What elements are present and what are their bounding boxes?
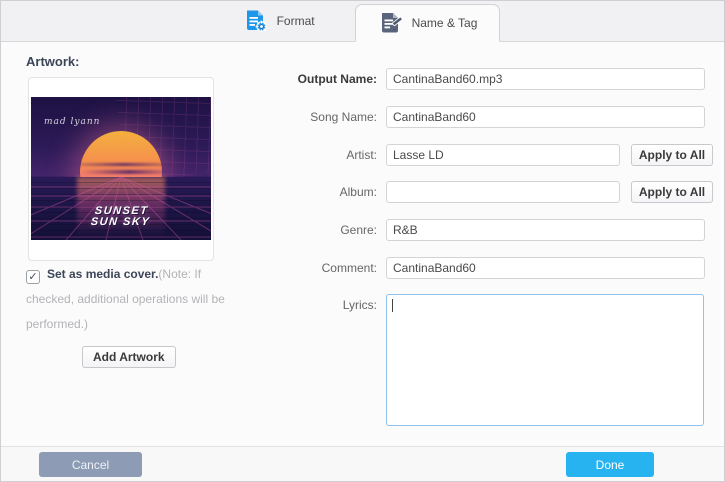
field-row-output-name: Output Name:	[1, 68, 724, 90]
output-name-label: Output Name:	[297, 72, 377, 86]
tab-name-and-tag[interactable]: Name & Tag	[354, 4, 501, 42]
artwork-section-label: Artwork:	[26, 54, 80, 69]
apply-to-all-artist-button[interactable]: Apply to All	[631, 144, 713, 166]
artist-label: Artist:	[346, 148, 377, 162]
song-name-label: Song Name:	[310, 110, 377, 124]
text-cursor	[392, 299, 393, 312]
cancel-button[interactable]: Cancel	[39, 452, 142, 477]
done-button[interactable]: Done	[566, 452, 654, 477]
field-row-comment: Comment:	[1, 257, 724, 279]
album-label: Album:	[339, 185, 377, 199]
field-row-album: Album: Apply to All	[1, 181, 724, 203]
lyrics-label: Lyrics:	[342, 298, 377, 312]
cloud-streak	[81, 170, 177, 174]
comment-input[interactable]	[386, 257, 705, 279]
field-row-artist: Artist: Apply to All	[1, 144, 724, 166]
artist-input[interactable]	[386, 144, 620, 166]
lyrics-textarea[interactable]	[386, 294, 704, 426]
apply-to-all-album-button[interactable]: Apply to All	[631, 181, 713, 203]
tab-name-and-tag-label: Name & Tag	[411, 16, 478, 30]
tab-bar: Format Name & Tag	[1, 1, 724, 42]
output-name-input[interactable]	[386, 68, 705, 90]
name-tag-dialog: Format Name & Tag Artwork: mad lyann SUN…	[0, 0, 725, 482]
genre-input[interactable]	[386, 219, 705, 241]
name-tag-document-pencil-icon	[381, 13, 403, 33]
format-document-gear-icon	[246, 10, 267, 32]
tab-format-label: Format	[276, 13, 315, 28]
genre-label: Genre:	[340, 223, 377, 237]
add-artwork-button[interactable]: Add Artwork	[82, 346, 176, 368]
dialog-footer: Cancel Done	[1, 446, 724, 481]
comment-label: Comment:	[321, 261, 377, 275]
field-row-song-name: Song Name:	[1, 106, 724, 128]
dialog-content: Artwork: mad lyann SUNSET SUN SKY ✓ Set …	[1, 42, 724, 446]
album-input[interactable]	[386, 181, 620, 203]
song-name-input[interactable]	[386, 106, 705, 128]
tab-format[interactable]: Format	[225, 1, 333, 41]
field-row-genre: Genre:	[1, 219, 724, 241]
